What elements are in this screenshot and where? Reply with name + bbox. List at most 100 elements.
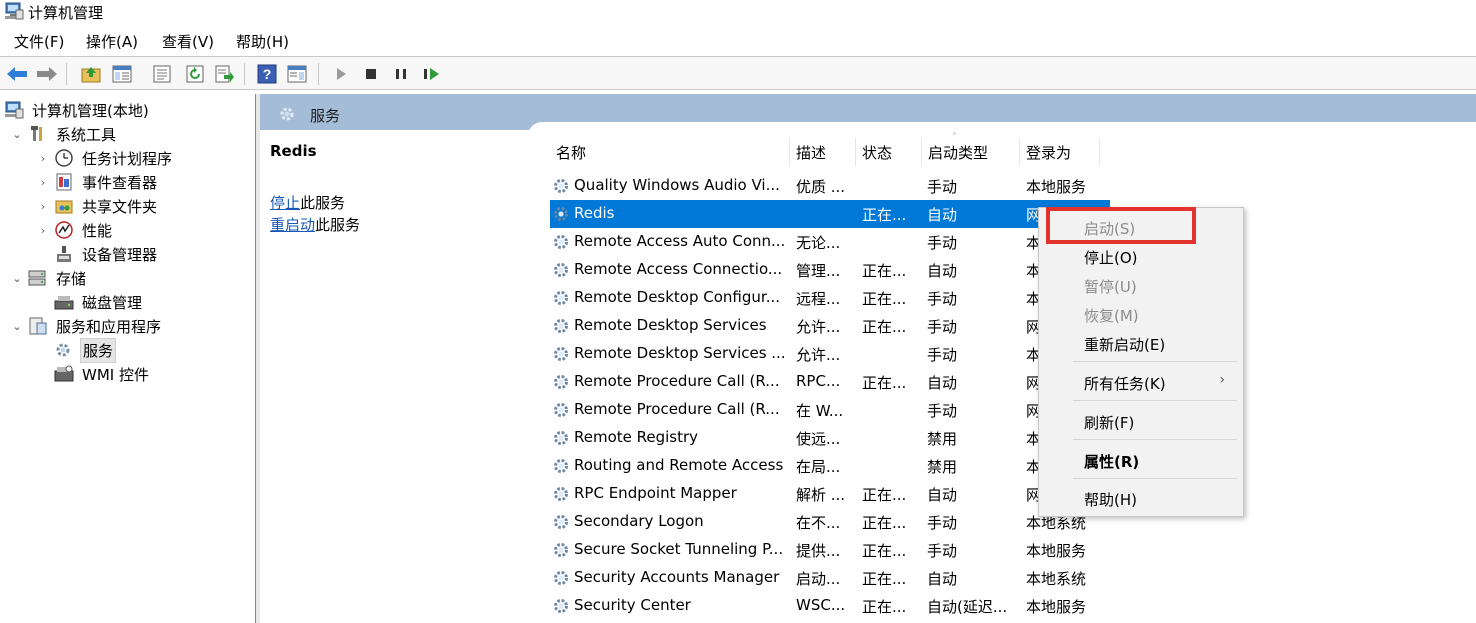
service-gear-icon xyxy=(552,345,570,363)
service-gear-icon xyxy=(552,177,570,195)
cell-status: 正在... xyxy=(862,206,907,224)
context-all-tasks[interactable]: 所有任务(K) xyxy=(1084,373,1166,394)
computer-management-icon xyxy=(4,101,24,119)
service-gear-icon xyxy=(552,205,570,223)
cell-logon: 本地服务 xyxy=(1026,542,1087,560)
tree-item-root[interactable]: 计算机管理(本地) xyxy=(4,98,151,122)
context-help[interactable]: 帮助(H) xyxy=(1084,489,1137,510)
service-gear-icon xyxy=(552,261,570,279)
tree-label-services: 服务 xyxy=(80,337,117,363)
table-row[interactable]: Quality Windows Audio Vi... 优质 ... 手动 本地服务 xyxy=(550,172,1110,200)
pause-service-icon[interactable] xyxy=(390,63,412,85)
cell-name: Routing and Remote Access xyxy=(574,456,784,474)
up-folder-icon[interactable] xyxy=(80,63,102,85)
tree-item-performance[interactable]: › 性能 xyxy=(36,218,114,242)
table-row[interactable]: Secure Socket Tunneling P... 提供... 正在... 手动… xyxy=(550,536,1110,564)
start-service-icon[interactable] xyxy=(330,63,352,85)
show-hide-action-pane-icon[interactable] xyxy=(286,63,308,85)
properties-icon[interactable] xyxy=(151,63,173,85)
collapse-chevron-icon[interactable]: ⌄ xyxy=(10,272,24,285)
table-row[interactable]: Remote Procedure Call (R... RPC... 正在... 自动… xyxy=(550,368,1110,396)
export-list-icon[interactable] xyxy=(214,63,236,85)
context-resume[interactable]: 恢复(M) xyxy=(1084,305,1139,326)
table-row[interactable]: Secondary Logon 在不... 正在... 手动 本地系统 xyxy=(550,508,1110,536)
service-gear-icon xyxy=(552,513,570,531)
window-title: 计算机管理 xyxy=(28,4,104,22)
help-icon[interactable]: ? xyxy=(256,63,278,85)
tree-label-services-apps: 服务和应用程序 xyxy=(56,317,162,336)
cell-desc: 远程... xyxy=(796,290,841,308)
cell-name: Security Center xyxy=(574,596,691,614)
cell-name: Quality Windows Audio Vi... xyxy=(574,176,780,194)
table-row[interactable]: Remote Desktop Services允许...正在...手动网络服务 xyxy=(550,312,1110,340)
table-row[interactable]: Security Accounts Manager 启动... 正在... 自动 本地系… xyxy=(550,564,1110,592)
performance-icon xyxy=(54,221,74,239)
table-row[interactable]: Remote Desktop Services ...允许...手动本地系统 xyxy=(550,340,1110,368)
table-row[interactable]: Remote Registry使远...禁用本地服务 xyxy=(550,424,1110,452)
collapse-chevron-icon[interactable]: ⌄ xyxy=(10,128,24,141)
restart-service-link[interactable]: 重启动 xyxy=(270,216,315,234)
tree-item-wmi[interactable]: WMI 控件 xyxy=(54,362,151,386)
show-hide-tree-icon[interactable] xyxy=(111,63,133,85)
table-row[interactable]: Remote Desktop Configur...远程...正在...手动本地… xyxy=(550,284,1110,312)
tree-item-services[interactable]: 服务 xyxy=(54,337,117,363)
column-header-logon-as[interactable]: 登录为 xyxy=(1020,138,1100,166)
menu-action[interactable]: 操作(A) xyxy=(86,31,138,52)
tree-item-storage[interactable]: ⌄ 存储 xyxy=(10,266,88,290)
context-properties[interactable]: 属性(R) xyxy=(1084,451,1139,472)
context-pause[interactable]: 暂停(U) xyxy=(1084,276,1137,297)
cell-name: Security Accounts Manager xyxy=(574,568,780,586)
column-header-startup-type[interactable]: 启动类型 xyxy=(922,138,1020,166)
tree-item-services-apps[interactable]: ⌄ 服务和应用程序 xyxy=(10,314,163,338)
context-stop[interactable]: 停止(O) xyxy=(1084,247,1138,268)
table-row[interactable]: Redis正在...自动网络服务 xyxy=(550,200,1110,228)
cell-name: Remote Procedure Call (R... xyxy=(574,400,780,418)
tree-label-performance: 性能 xyxy=(82,221,113,240)
table-row[interactable]: Remote Access Auto Conn...无论...手动本地系统 xyxy=(550,228,1110,256)
refresh-icon[interactable] xyxy=(184,63,206,85)
collapse-chevron-icon[interactable]: ⌄ xyxy=(10,320,24,333)
cell-name: Remote Desktop Services xyxy=(574,316,767,334)
table-row[interactable]: Remote Access Connectio...管理...正在...自动本地… xyxy=(550,256,1110,284)
forward-arrow-icon[interactable] xyxy=(36,63,58,85)
table-row[interactable]: Security Center WSC... 正在... 自动(延迟... 本地服务 xyxy=(550,592,1110,620)
tree-item-disk-management[interactable]: 磁盘管理 xyxy=(54,290,144,314)
expand-chevron-icon[interactable]: › xyxy=(36,152,50,165)
expand-chevron-icon[interactable]: › xyxy=(36,200,50,213)
tree-item-device-manager[interactable]: 设备管理器 xyxy=(54,242,159,266)
tree-item-system-tools[interactable]: ⌄ 系统工具 xyxy=(10,122,118,146)
tree-label-disk-management: 磁盘管理 xyxy=(82,293,143,312)
cell-startup: 手动 xyxy=(927,290,958,308)
tree-item-shared-folders[interactable]: › 共享文件夹 xyxy=(36,194,159,218)
menu-help[interactable]: 帮助(H) xyxy=(236,31,289,52)
tree-item-event-viewer[interactable]: › 事件查看器 xyxy=(36,170,159,194)
table-row[interactable]: RPC Endpoint Mapper解析 ...正在...自动网络服务 xyxy=(550,480,1110,508)
expand-chevron-icon[interactable]: › xyxy=(36,176,50,189)
event-viewer-icon xyxy=(54,173,74,191)
restart-service-icon[interactable] xyxy=(420,63,442,85)
cell-desc: 启动... xyxy=(796,570,841,588)
tree-item-task-scheduler[interactable]: › 任务计划程序 xyxy=(36,146,174,170)
context-restart[interactable]: 重新启动(E) xyxy=(1084,334,1165,355)
column-header-status[interactable]: 状态 xyxy=(856,138,922,166)
table-row[interactable]: Remote Procedure Call (R...在 W...手动网络服务 xyxy=(550,396,1110,424)
cell-status: 正在... xyxy=(862,598,907,616)
column-header-name[interactable]: 名称 xyxy=(550,138,790,166)
shared-folder-icon xyxy=(54,197,74,215)
back-arrow-icon[interactable] xyxy=(6,63,28,85)
menu-file[interactable]: 文件(F) xyxy=(14,31,64,52)
storage-icon xyxy=(28,269,48,287)
service-gear-icon xyxy=(552,485,570,503)
context-refresh[interactable]: 刷新(F) xyxy=(1084,412,1134,433)
stop-service-icon[interactable] xyxy=(360,63,382,85)
menu-view[interactable]: 查看(V) xyxy=(162,31,214,52)
restart-service-suffix: 此服务 xyxy=(315,216,361,234)
stop-service-action: 停止此服务 xyxy=(270,192,345,213)
toolbar: ? xyxy=(0,56,1476,90)
table-row[interactable]: Routing and Remote Access在局...禁用本地系统 xyxy=(550,452,1110,480)
column-header-desc[interactable]: 描述 xyxy=(790,138,856,166)
expand-chevron-icon[interactable]: › xyxy=(36,224,50,237)
stop-service-link[interactable]: 停止 xyxy=(270,194,300,212)
context-separator xyxy=(1073,439,1237,440)
service-gear-icon xyxy=(552,429,570,447)
